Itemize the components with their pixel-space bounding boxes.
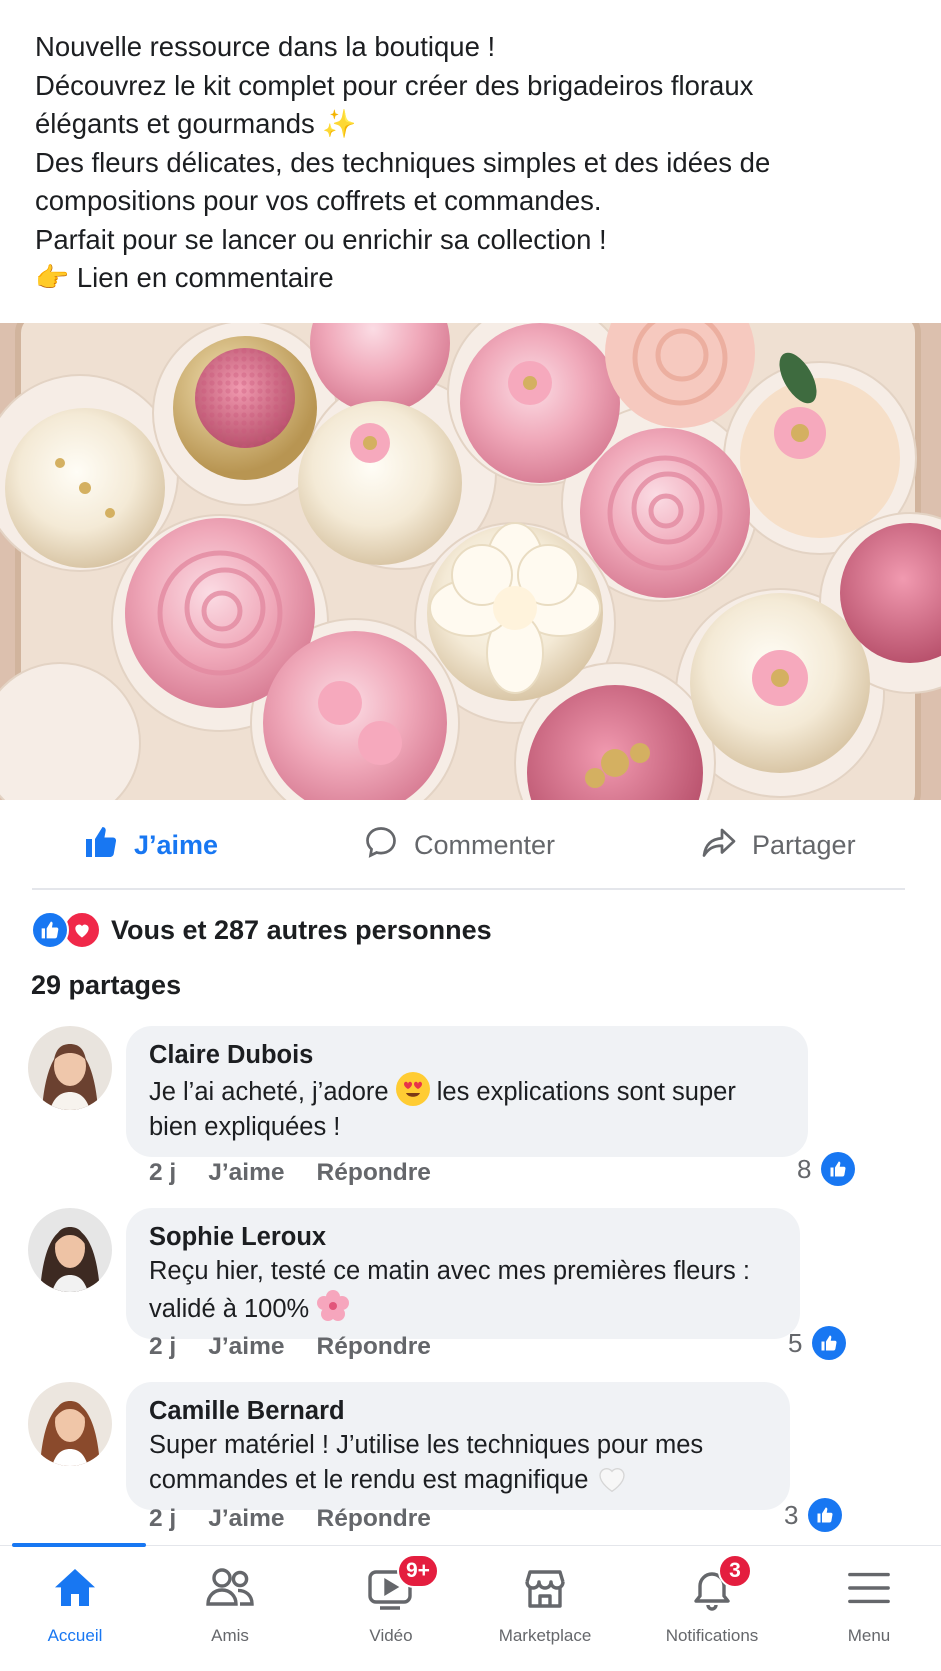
commenter-name[interactable]: Sophie Leroux — [149, 1220, 778, 1254]
thumbs-up-icon — [808, 1498, 843, 1532]
comment-bubble[interactable]: Sophie Leroux Reçu hier, testé ce matin … — [126, 1208, 800, 1339]
bell-icon: 3 — [684, 1554, 752, 1616]
share-arrow-icon — [700, 824, 738, 867]
thumbs-up-icon — [821, 1152, 856, 1186]
avatar[interactable] — [28, 1208, 112, 1292]
thumbs-up-icon — [82, 824, 120, 867]
tab-friends[interactable]: Amis — [155, 1560, 305, 1646]
reactions-summary[interactable]: Vous et 287 autres personnes — [31, 910, 492, 950]
comment-text: Je l’ai acheté, j’adore les explications… — [149, 1072, 786, 1145]
comment-bubble[interactable]: Claire Dubois Je l’ai acheté, j’adore le… — [126, 1026, 808, 1157]
comment-bubble[interactable]: Camille Bernard Super matériel ! J’utili… — [126, 1382, 790, 1510]
comment-like-count: 8 — [797, 1153, 812, 1184]
comment-like-count: 3 — [784, 1499, 799, 1530]
tab-label: Vidéo — [369, 1626, 413, 1645]
bottom-tab-bar: Accueil Amis 9+ Vidéo Marketplace 3 Noti… — [0, 1543, 941, 1671]
comment-button[interactable]: Commenter — [362, 822, 555, 868]
pointing-hand-icon: 👉 — [35, 262, 70, 293]
post-line: 👉 Lien en commentaire — [35, 262, 334, 293]
comment-like-link[interactable]: J’aime — [208, 1333, 284, 1361]
comment-time: 2 j — [149, 1159, 177, 1186]
thumbs-up-icon — [812, 1326, 847, 1360]
notifications-badge: 3 — [718, 1554, 752, 1588]
commenter-name[interactable]: Camille Bernard — [149, 1394, 768, 1428]
tab-home[interactable]: Accueil — [0, 1560, 150, 1646]
comment-time: 2 j — [149, 1333, 177, 1360]
video-icon: 9+ — [363, 1554, 439, 1616]
post-actions: J’aime Commenter Partager — [0, 810, 941, 880]
video-badge: 9+ — [397, 1554, 439, 1588]
post-line: Découvrez le kit complet pour créer des … — [35, 69, 754, 101]
comment-bubble-icon — [362, 824, 400, 867]
comment-text: Super matériel ! J’utilise les technique… — [149, 1431, 704, 1494]
marketplace-icon — [517, 1560, 573, 1616]
comment-reply-link[interactable]: Répondre — [317, 1505, 431, 1533]
comment-likes[interactable]: 3 — [784, 1498, 843, 1532]
active-tab-indicator — [12, 1543, 146, 1547]
comment-like-link[interactable]: J’aime — [208, 1159, 284, 1187]
share-label: Partager — [752, 829, 856, 860]
hamburger-menu-icon — [841, 1560, 897, 1616]
share-button[interactable]: Partager — [700, 822, 856, 868]
tab-notifications[interactable]: 3 Notifications — [637, 1554, 787, 1646]
comment-like-link[interactable]: J’aime — [208, 1505, 284, 1533]
tab-label: Menu — [847, 1626, 891, 1645]
divider — [32, 888, 905, 890]
friends-icon — [202, 1560, 258, 1616]
tab-label: Notifications — [665, 1626, 759, 1645]
comment-meta: 2 j J’aime Répondre — [149, 1505, 431, 1533]
comment-like-count: 5 — [788, 1327, 803, 1358]
avatar[interactable] — [28, 1382, 112, 1466]
reactions-count: Vous et 287 autres personnes — [111, 914, 492, 945]
commenter-name[interactable]: Claire Dubois — [149, 1038, 786, 1072]
white-heart-emoji-icon — [596, 1463, 628, 1493]
shares-count[interactable]: 29 partages — [31, 970, 181, 1001]
home-icon — [47, 1560, 103, 1616]
comment-time: 2 j — [149, 1505, 177, 1532]
like-reaction-icon — [31, 911, 69, 949]
comment-text: Reçu hier, testé ce matin avec mes premi… — [149, 1257, 750, 1323]
comment-likes[interactable]: 8 — [797, 1152, 856, 1186]
tab-label: Accueil — [47, 1626, 103, 1645]
like-button[interactable]: J’aime — [82, 822, 218, 868]
comment-likes[interactable]: 5 — [788, 1326, 847, 1360]
tab-video[interactable]: 9+ Vidéo — [316, 1554, 466, 1646]
comment-meta: 2 j J’aime Répondre — [149, 1159, 431, 1187]
tab-marketplace[interactable]: Marketplace — [470, 1560, 620, 1646]
comment-meta: 2 j J’aime Répondre — [149, 1333, 431, 1361]
post-line: compositions pour vos coffrets et comman… — [35, 185, 602, 216]
sparkles-icon: ✨ — [322, 108, 357, 139]
tab-label: Amis — [211, 1626, 249, 1645]
post-line: Nouvelle ressource dans la boutique ! — [35, 31, 496, 62]
avatar[interactable] — [28, 1026, 112, 1110]
like-label: J’aime — [134, 829, 219, 860]
cherry-blossom-emoji-icon — [316, 1289, 350, 1323]
tab-label: Marketplace — [498, 1626, 592, 1645]
heart-eyes-emoji-icon — [395, 1072, 430, 1106]
post-photo[interactable] — [0, 323, 941, 800]
tab-menu[interactable]: Menu — [794, 1560, 941, 1646]
comment-reply-link[interactable]: Répondre — [317, 1333, 431, 1361]
brigadeiros-illustration — [0, 323, 941, 800]
post-line: Des fleurs délicates, des techniques sim… — [35, 146, 771, 178]
post-text: Nouvelle ressource dans la boutique ! Dé… — [35, 28, 915, 298]
comment-label: Commenter — [414, 829, 556, 860]
comment-reply-link[interactable]: Répondre — [317, 1159, 431, 1187]
post-line: élégants et gourmands ✨ — [35, 108, 357, 139]
post-line: Parfait pour se lancer ou enrichir sa co… — [35, 223, 607, 255]
